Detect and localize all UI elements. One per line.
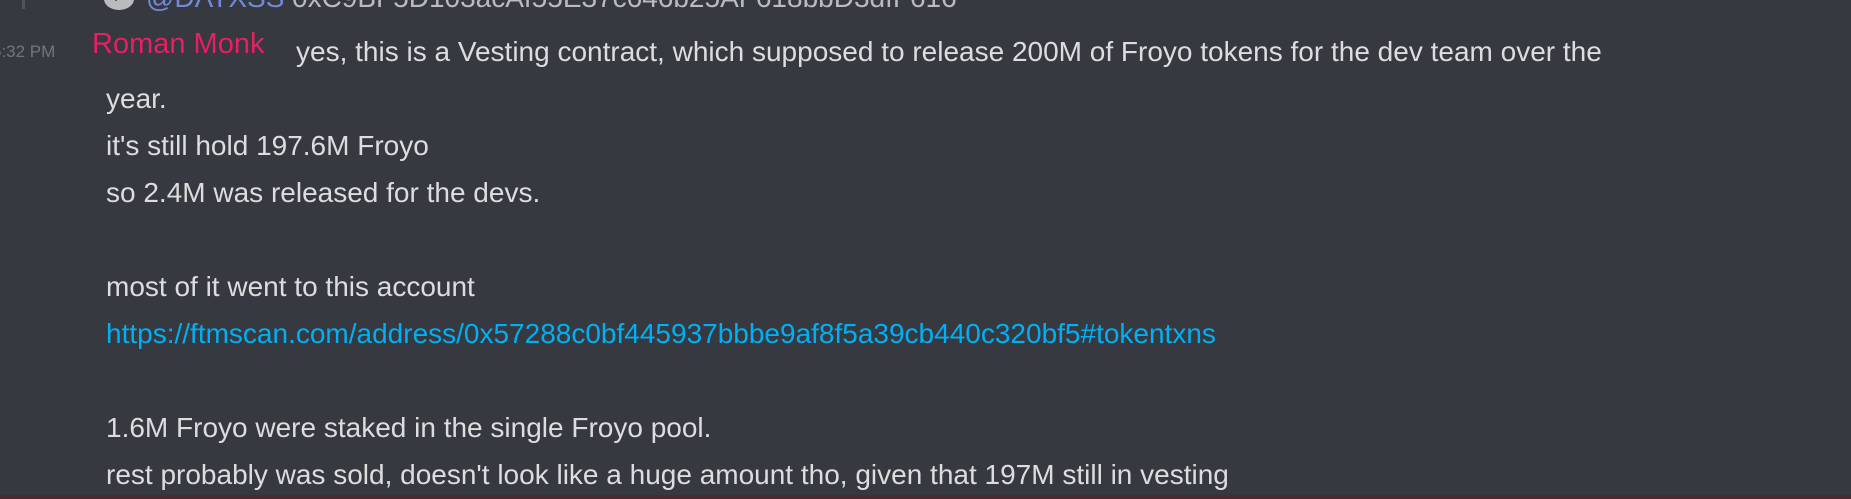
reply-connector-line <box>22 0 87 9</box>
reply-arrow-icon: ↩ <box>104 0 134 10</box>
message-content: yes, this is a Vesting contract, which s… <box>106 28 1826 498</box>
reply-preview[interactable]: ↩ @ÐΛΤΧЅЅ 0xC9BF5D103acAf55E37c646b25AF6… <box>0 0 1851 12</box>
message-line: most of it went to this account <box>106 271 475 302</box>
reply-username[interactable]: @ÐΛΤΧЅЅ <box>146 0 284 12</box>
message-line: it's still hold 197.6M Froyo <box>106 130 429 161</box>
ftmscan-link[interactable]: https://ftmscan.com/address/0x57288c0bf4… <box>106 318 1216 349</box>
bottom-divider <box>0 495 1851 499</box>
reply-text[interactable]: 0xC9BF5D103acAf55E37c646b25AF618bbD3dfF6… <box>292 0 957 12</box>
message-link-line: https://ftmscan.com/address/0x57288c0bf4… <box>106 310 1826 357</box>
message-line: yes, this is a Vesting contract, which s… <box>296 36 1602 67</box>
message-line: year. <box>106 83 167 114</box>
message-line: so 2.4M was released for the devs. <box>106 177 541 208</box>
message-line: 1.6M Froyo were staked in the single Fro… <box>106 412 712 443</box>
message-timestamp: 6:32 PM <box>0 42 56 61</box>
message-line: rest probably was sold, doesn't look lik… <box>106 459 1229 490</box>
